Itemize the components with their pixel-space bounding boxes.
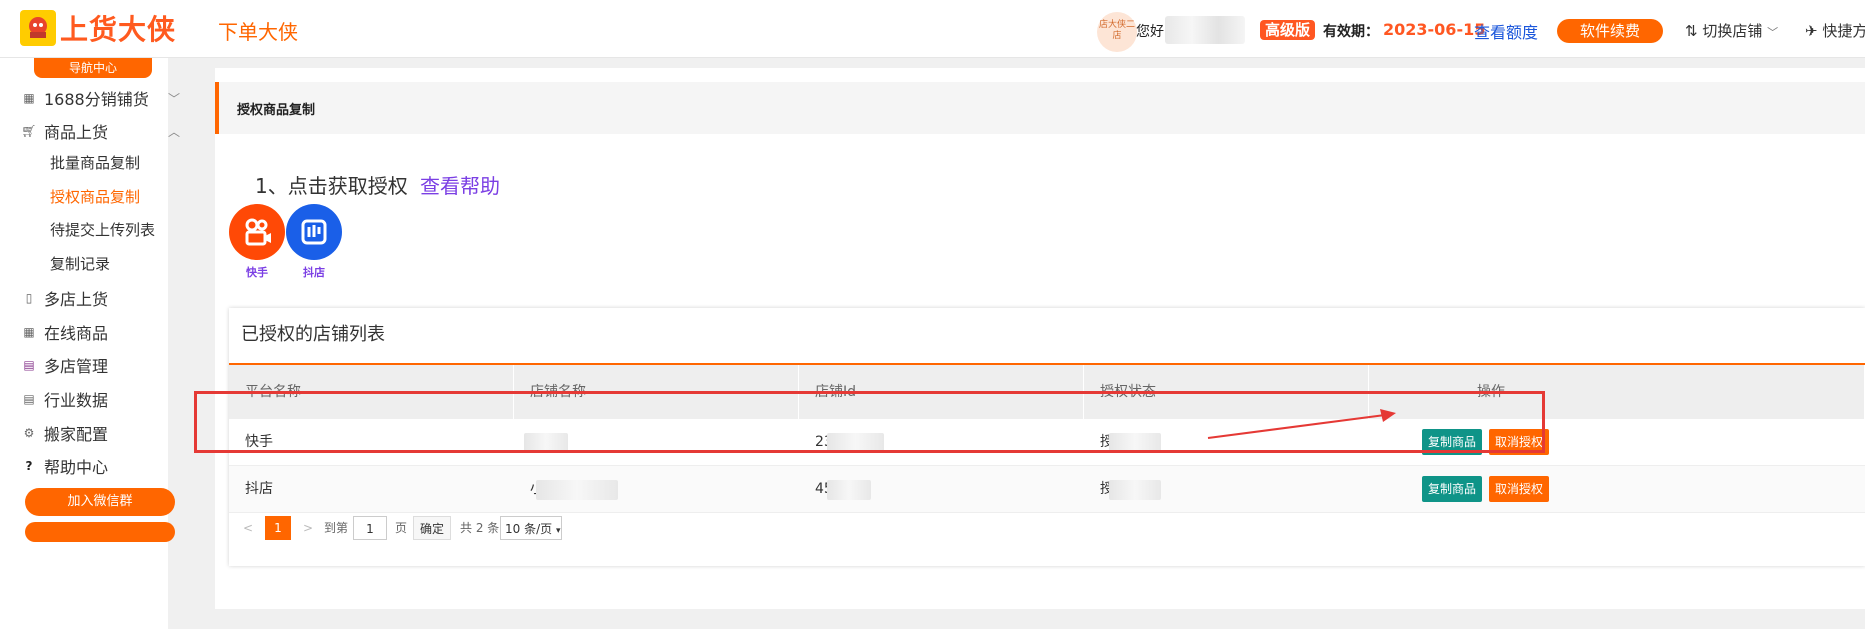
sidebar-item-label: 行业数据: [44, 391, 109, 410]
top-header: 上货大侠 下单大侠 店大侠二店 您好 高级版 有效期： 2023-06-15 查…: [0, 0, 1865, 58]
sidebar-sub-batch-copy[interactable]: 批量商品复制: [50, 152, 140, 173]
annotation-arrow-icon: [1207, 409, 1396, 439]
sidebar-item-industry-data[interactable]: ▤ 行业数据: [22, 387, 108, 411]
cart-icon: 🛒︎: [21, 124, 37, 138]
cancel-authorization-button[interactable]: 取消授权: [1489, 476, 1549, 502]
sidebar-item-help-center[interactable]: ? 帮助中心: [22, 454, 109, 478]
sidebar-item-label: 商品上货: [44, 123, 109, 142]
validity-date: 2023-06-15: [1383, 20, 1486, 39]
sidebar-item-label: 多店管理: [44, 357, 109, 376]
document-icon: ▯: [25, 291, 33, 305]
grid-icon: ▦: [23, 91, 35, 105]
redacted-shop-id: [827, 480, 871, 500]
sidebar-item-label: 在线商品: [44, 324, 109, 343]
pagination: < 1 > 到第 1 页 确定 共 2 条 10 条/页 ▾: [229, 516, 1865, 540]
app-logo[interactable]: 上货大侠: [20, 10, 176, 46]
shortcut-menu[interactable]: ✈ 快捷方: [1805, 20, 1865, 41]
platform-label: 快手: [246, 266, 268, 279]
sidebar-item-label: 1688分销铺货: [44, 90, 149, 109]
logo-text: 上货大侠: [60, 13, 177, 46]
page-number-button[interactable]: 1: [265, 516, 291, 540]
sidebar-sub-authorized-copy[interactable]: 授权商品复制: [50, 186, 140, 207]
sidebar-sub-copy-records[interactable]: 复制记录: [50, 253, 110, 274]
chevron-down-icon: ﹀: [1767, 26, 1779, 39]
copy-products-button[interactable]: 复制商品: [1422, 476, 1482, 502]
chevron-up-icon: ︿: [168, 124, 181, 139]
sidebar-item-move-config[interactable]: ⚙ 搬家配置: [22, 421, 108, 445]
kuaishou-icon: [229, 204, 285, 260]
page-size-value: 10 条/页: [505, 522, 553, 536]
sidebar: 导航中心 ▦ 1688分销铺货 ﹀ 🛒︎ 商品上货 ︿ 批量商品复制 授权商品复…: [0, 58, 180, 629]
send-icon: ✈: [1805, 22, 1818, 40]
greeting-text: 您好: [1136, 24, 1164, 40]
redacted-status: [1109, 480, 1161, 500]
question-icon: ?: [25, 459, 33, 473]
main-content: 授权商品复制 1、点击获取授权 查看帮助 快手 抖店 已授权的店铺列表 平台名称…: [215, 68, 1865, 609]
sidebar-extra-button[interactable]: [25, 522, 175, 542]
sidebar-item-product-upload[interactable]: 🛒︎ 商品上货 ︿: [21, 119, 180, 143]
logo-icon: [20, 10, 56, 46]
plan-badge: 高级版: [1260, 20, 1316, 40]
join-wechat-button[interactable]: 加入微信群: [25, 488, 175, 516]
sidebar-item-label: 多店上货: [44, 290, 109, 309]
table-icon: ▦: [23, 325, 35, 339]
view-quota-link[interactable]: 查看额度: [1474, 19, 1538, 43]
view-help-link[interactable]: 查看帮助: [420, 170, 500, 199]
chevron-down-icon: ▾: [555, 526, 561, 536]
switch-shop-dropdown[interactable]: ⇅ 切换店铺 ﹀: [1685, 20, 1778, 41]
total-count: 共 2 条: [460, 521, 500, 535]
confirm-page-button[interactable]: 确定: [413, 516, 451, 540]
redacted-shop-name: [536, 480, 618, 500]
page-header: 授权商品复制: [215, 82, 1865, 134]
platform-cell: 抖店: [245, 481, 273, 497]
sidebar-item-multi-shop-manage[interactable]: ▤ 多店管理: [22, 353, 108, 377]
shop-avatar[interactable]: 店大侠二店: [1097, 12, 1137, 52]
store-grid-icon: ▤: [23, 358, 35, 372]
page-size-select[interactable]: 10 条/页 ▾: [500, 516, 562, 540]
username-redacted: [1165, 16, 1245, 44]
validity-label: 有效期：: [1323, 24, 1379, 40]
table-row: 抖店 小 45 授 复制商品 取消授权: [229, 466, 1865, 513]
platform-douyin-shop[interactable]: 抖店: [286, 204, 342, 280]
page-title: 授权商品复制: [237, 103, 316, 118]
switch-shop-label: 切换店铺: [1702, 22, 1763, 40]
chevron-down-icon: ﹀: [168, 91, 181, 106]
sidebar-sub-pending-upload[interactable]: 待提交上传列表: [50, 219, 155, 240]
goto-label: 到第: [324, 521, 349, 535]
sidebar-item-label: 帮助中心: [44, 458, 109, 477]
prev-page-button[interactable]: <: [243, 516, 253, 540]
sidebar-item-label: 搬家配置: [44, 425, 109, 444]
platform-kuaishou[interactable]: 快手: [229, 204, 285, 280]
panel-title: 已授权的店铺列表: [241, 324, 385, 345]
sidebar-item-online-products[interactable]: ▦ 在线商品: [22, 320, 108, 344]
douyin-shop-icon: [286, 204, 342, 260]
clipboard-icon: ▤: [23, 392, 35, 406]
platform-label: 抖店: [303, 266, 325, 279]
nav-center-tab[interactable]: 导航中心: [34, 58, 152, 78]
gear-icon: ⚙: [23, 426, 35, 440]
next-page-button[interactable]: >: [303, 516, 313, 540]
sidebar-item-multi-shop-upload[interactable]: ▯ 多店上货: [22, 286, 108, 310]
shortcut-label: 快捷方: [1822, 22, 1865, 40]
switch-icon: ⇅: [1685, 22, 1698, 40]
page-unit-label: 页: [395, 521, 408, 535]
step-instruction: 1、点击获取授权: [255, 174, 408, 198]
page-input[interactable]: 1: [353, 516, 387, 540]
app-switch-link[interactable]: 下单大侠: [218, 16, 298, 45]
sidebar-item-1688[interactable]: ▦ 1688分销铺货 ﹀: [22, 86, 180, 110]
renew-button[interactable]: 软件续费: [1557, 19, 1663, 43]
